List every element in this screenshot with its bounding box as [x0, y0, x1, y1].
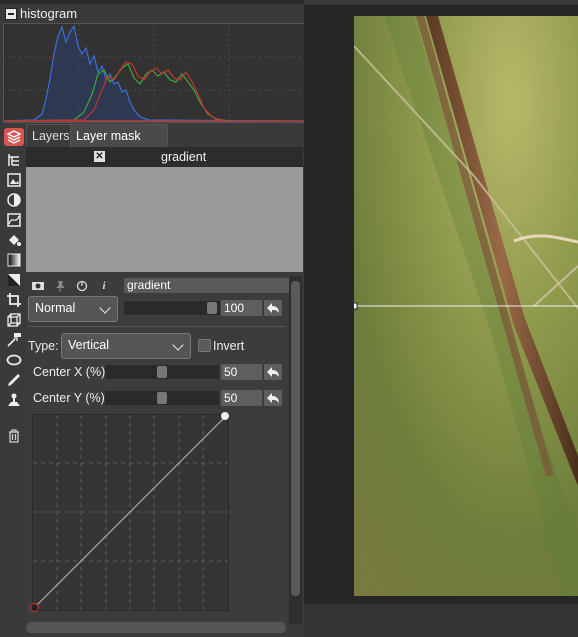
layer-name-input[interactable]: gradient: [124, 278, 289, 293]
histogram-header: histogram: [0, 4, 304, 22]
transform-icon[interactable]: [6, 312, 22, 328]
reset-center-x-button[interactable]: [264, 364, 282, 380]
center-x-value[interactable]: 50: [221, 364, 262, 380]
viewer-bottom-strip: [304, 604, 578, 637]
center-y-value[interactable]: 50: [221, 390, 262, 406]
center-y-label: Center Y (%): [33, 391, 105, 405]
gradient-type-value: Vertical: [68, 338, 109, 352]
viewer-top-strip: [304, 0, 578, 5]
info-icon[interactable]: i: [97, 280, 111, 292]
levels-icon[interactable]: [6, 272, 22, 288]
histogram-plot: [3, 23, 305, 123]
paint-bucket-icon[interactable]: [6, 232, 22, 248]
opacity-slider-knob[interactable]: [207, 302, 217, 314]
opacity-slider[interactable]: [124, 301, 220, 315]
curves-icon[interactable]: [6, 212, 22, 228]
close-icon[interactable]: ✕: [94, 151, 105, 162]
image-icon[interactable]: [6, 172, 22, 188]
layers-icon[interactable]: [4, 128, 24, 146]
power-icon[interactable]: [75, 280, 89, 292]
invert-checkbox[interactable]: [198, 339, 211, 352]
layer-row[interactable]: ✕ gradient: [26, 147, 303, 167]
chevron-down-icon: [172, 339, 184, 351]
pin-icon[interactable]: [53, 280, 67, 292]
opacity-value[interactable]: 100: [221, 300, 262, 316]
photo-canvas[interactable]: [354, 16, 578, 596]
gradient-icon[interactable]: [6, 252, 22, 268]
histogram-title: histogram: [20, 6, 78, 21]
reset-center-y-button[interactable]: [264, 390, 282, 406]
tree-icon[interactable]: [6, 152, 22, 168]
center-x-slider[interactable]: [105, 365, 219, 379]
properties-scrollbar[interactable]: [289, 276, 302, 624]
crop-icon[interactable]: [6, 292, 22, 308]
stamp-icon[interactable]: [6, 392, 22, 408]
horizontal-scrollbar[interactable]: [26, 622, 286, 633]
invert-label: Invert: [213, 339, 245, 353]
panel-tabs: Layers Layer mask: [24, 124, 304, 147]
contrast-icon[interactable]: [6, 192, 22, 208]
ellipse-icon[interactable]: [6, 352, 22, 368]
gradient-type-select[interactable]: Vertical: [61, 333, 191, 359]
layer-list: ✕ gradient: [26, 147, 303, 272]
type-label: Type:: [28, 339, 59, 353]
layer-row-name: gradient: [161, 150, 207, 164]
blend-mode-select[interactable]: Normal: [28, 296, 118, 322]
curve-point-end[interactable]: [221, 412, 229, 420]
tab-layer-mask[interactable]: Layer mask: [70, 124, 168, 147]
chevron-down-icon: [99, 302, 111, 314]
curve-point-start[interactable]: [30, 603, 39, 612]
brush-icon[interactable]: [6, 372, 22, 388]
center-x-label: Center X (%): [33, 365, 106, 379]
blend-mode-value: Normal: [35, 301, 76, 315]
eye-icon[interactable]: [31, 280, 45, 292]
scrollbar-thumb[interactable]: [291, 281, 300, 596]
center-y-slider[interactable]: [105, 391, 219, 405]
panel-splitter-handle[interactable]: [155, 272, 175, 282]
tool-strip: [2, 128, 24, 448]
trash-icon[interactable]: [6, 428, 22, 444]
gradient-curve-editor[interactable]: [30, 412, 229, 612]
clone-icon[interactable]: [6, 332, 22, 348]
section-divider: [28, 326, 286, 327]
tab-layers[interactable]: Layers: [26, 124, 76, 147]
collapse-icon[interactable]: [5, 8, 17, 20]
center-y-slider-knob[interactable]: [157, 392, 167, 404]
center-x-slider-knob[interactable]: [157, 366, 167, 378]
reset-opacity-button[interactable]: [264, 300, 282, 316]
